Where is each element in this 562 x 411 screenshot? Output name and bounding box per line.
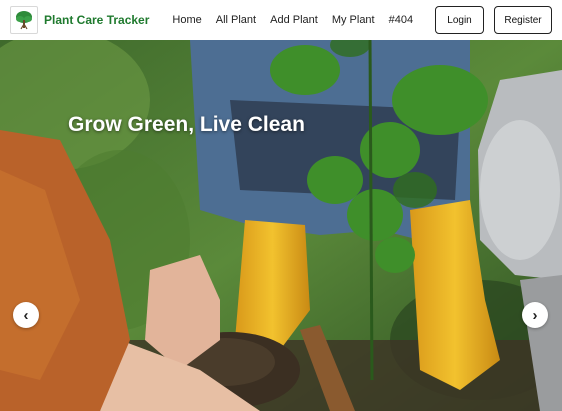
hero-image xyxy=(0,40,562,411)
tree-icon xyxy=(10,6,38,34)
hero-title: Grow Green, Live Clean xyxy=(68,113,305,136)
navbar: Plant Care Tracker Home All Plant Add Pl… xyxy=(0,0,562,40)
nav-actions: Login Register xyxy=(435,6,552,34)
chevron-right-icon: › xyxy=(532,306,538,324)
carousel-next-button[interactable]: › xyxy=(522,302,548,328)
brand-name: Plant Care Tracker xyxy=(44,13,150,27)
nav-link-add-plant[interactable]: Add Plant xyxy=(270,14,318,26)
chevron-left-icon: ‹ xyxy=(23,306,29,324)
carousel-prev-button[interactable]: ‹ xyxy=(13,302,39,328)
nav-links: Home All Plant Add Plant My Plant #404 xyxy=(172,14,413,26)
login-button[interactable]: Login xyxy=(435,6,484,34)
register-button[interactable]: Register xyxy=(494,6,552,34)
nav-link-all-plant[interactable]: All Plant xyxy=(216,14,256,26)
nav-link-404[interactable]: #404 xyxy=(389,14,413,26)
hero-carousel: Grow Green, Live Clean ‹ › xyxy=(0,40,562,411)
brand[interactable]: Plant Care Tracker xyxy=(10,6,149,34)
nav-link-home[interactable]: Home xyxy=(172,14,201,26)
nav-link-my-plant[interactable]: My Plant xyxy=(332,14,375,26)
